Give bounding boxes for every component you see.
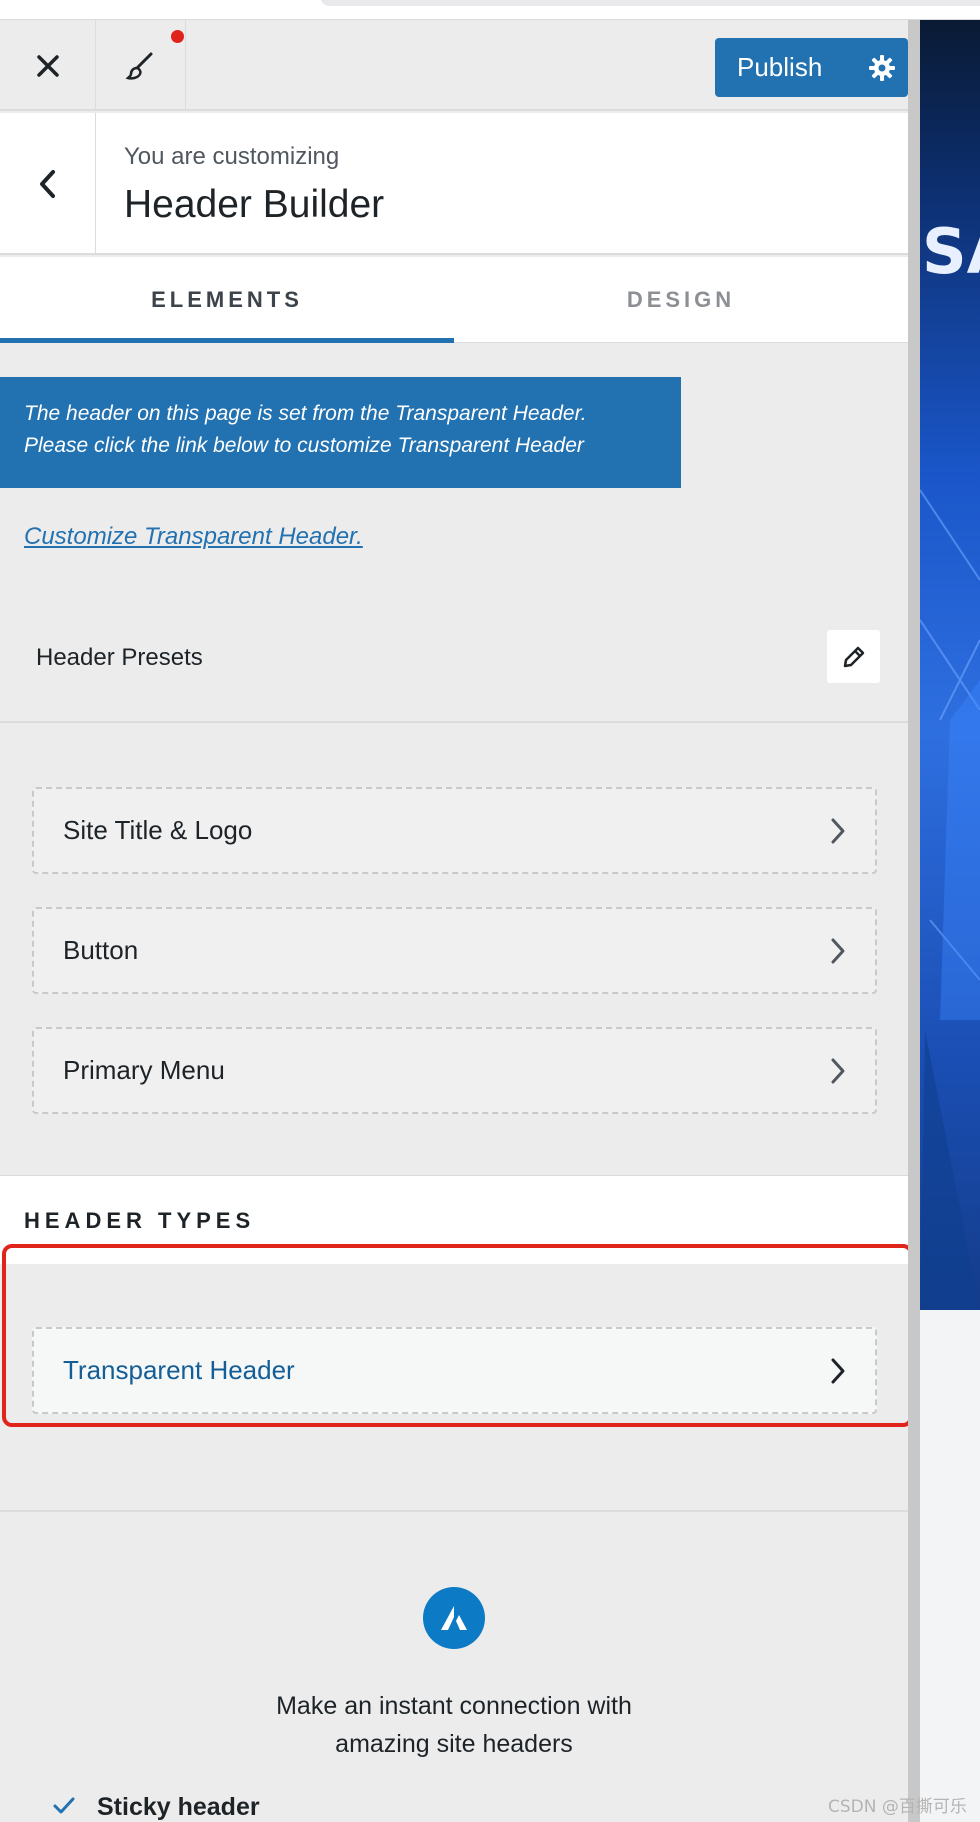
back-button[interactable] <box>0 113 96 255</box>
close-icon <box>36 54 59 77</box>
chevron-left-icon <box>39 170 55 198</box>
chevron-right-icon <box>831 818 845 843</box>
tab-bar: ELEMENTS DESIGN <box>0 257 908 343</box>
notice-line-2: Please click the link below to customize… <box>24 434 584 457</box>
promo-section: Make an instant connection with amazing … <box>0 1531 908 1822</box>
chevron-right-icon <box>831 938 845 963</box>
browser-strip <box>0 0 980 20</box>
customizer-topbar: Publish <box>0 20 908 111</box>
promo-line-2: amazing site headers <box>335 1730 573 1758</box>
gear-icon <box>868 54 895 81</box>
site-preview[interactable]: SA <box>920 20 980 1310</box>
header-presets-row: Header Presets <box>0 610 908 722</box>
checkmark-icon <box>52 1793 97 1822</box>
tab-design[interactable]: DESIGN <box>454 257 908 343</box>
watermark: CSDN @百撕可乐 <box>828 1797 967 1817</box>
section-divider <box>0 721 908 723</box>
feature-label: Sticky header <box>97 1793 260 1821</box>
publish-settings-button[interactable] <box>855 38 908 97</box>
tab-elements[interactable]: ELEMENTS <box>0 257 454 343</box>
customizer-panel: Publish You are customizing Header Build… <box>0 20 908 1822</box>
publish-label: Publish <box>737 52 823 82</box>
address-bar[interactable] <box>320 0 980 6</box>
pencil-icon <box>843 646 864 667</box>
customizing-label: You are customizing <box>124 143 340 170</box>
page-title: Header Builder <box>124 183 385 226</box>
highlight-box <box>2 1244 913 1427</box>
close-button[interactable] <box>0 20 96 111</box>
preview-graphics <box>920 489 980 1310</box>
element-label: Button <box>63 935 139 965</box>
element-label: Primary Menu <box>63 1055 225 1085</box>
chevron-right-icon <box>831 1058 845 1083</box>
element-button[interactable]: Button <box>32 907 877 994</box>
notice-line-1: The header on this page is set from the … <box>24 402 587 425</box>
site-preview-lower <box>920 1310 980 1822</box>
paintbrush-icon <box>125 52 152 80</box>
header-types-heading: HEADER TYPES <box>24 1208 256 1233</box>
astra-logo-icon <box>423 1587 485 1649</box>
customize-transparent-header-link[interactable]: Customize Transparent Header. <box>24 523 363 551</box>
notification-dot <box>171 30 184 43</box>
element-site-title-logo[interactable]: Site Title & Logo <box>32 787 877 874</box>
element-label: Site Title & Logo <box>63 815 253 845</box>
publish-button[interactable]: Publish <box>715 38 908 97</box>
promo-line-1: Make an instant connection with <box>276 1692 632 1720</box>
promo-text: Make an instant connection with amazing … <box>0 1687 908 1763</box>
transparent-header-notice: The header on this page is set from the … <box>0 377 681 488</box>
section-divider <box>0 1510 908 1512</box>
feature-item: Sticky header <box>52 1793 260 1822</box>
element-primary-menu[interactable]: Primary Menu <box>32 1027 877 1114</box>
header-presets-label: Header Presets <box>36 644 203 671</box>
scrollbar[interactable] <box>908 20 920 1822</box>
section-info: You are customizing Header Builder <box>0 113 908 255</box>
header-presets-edit-button[interactable] <box>827 630 880 683</box>
